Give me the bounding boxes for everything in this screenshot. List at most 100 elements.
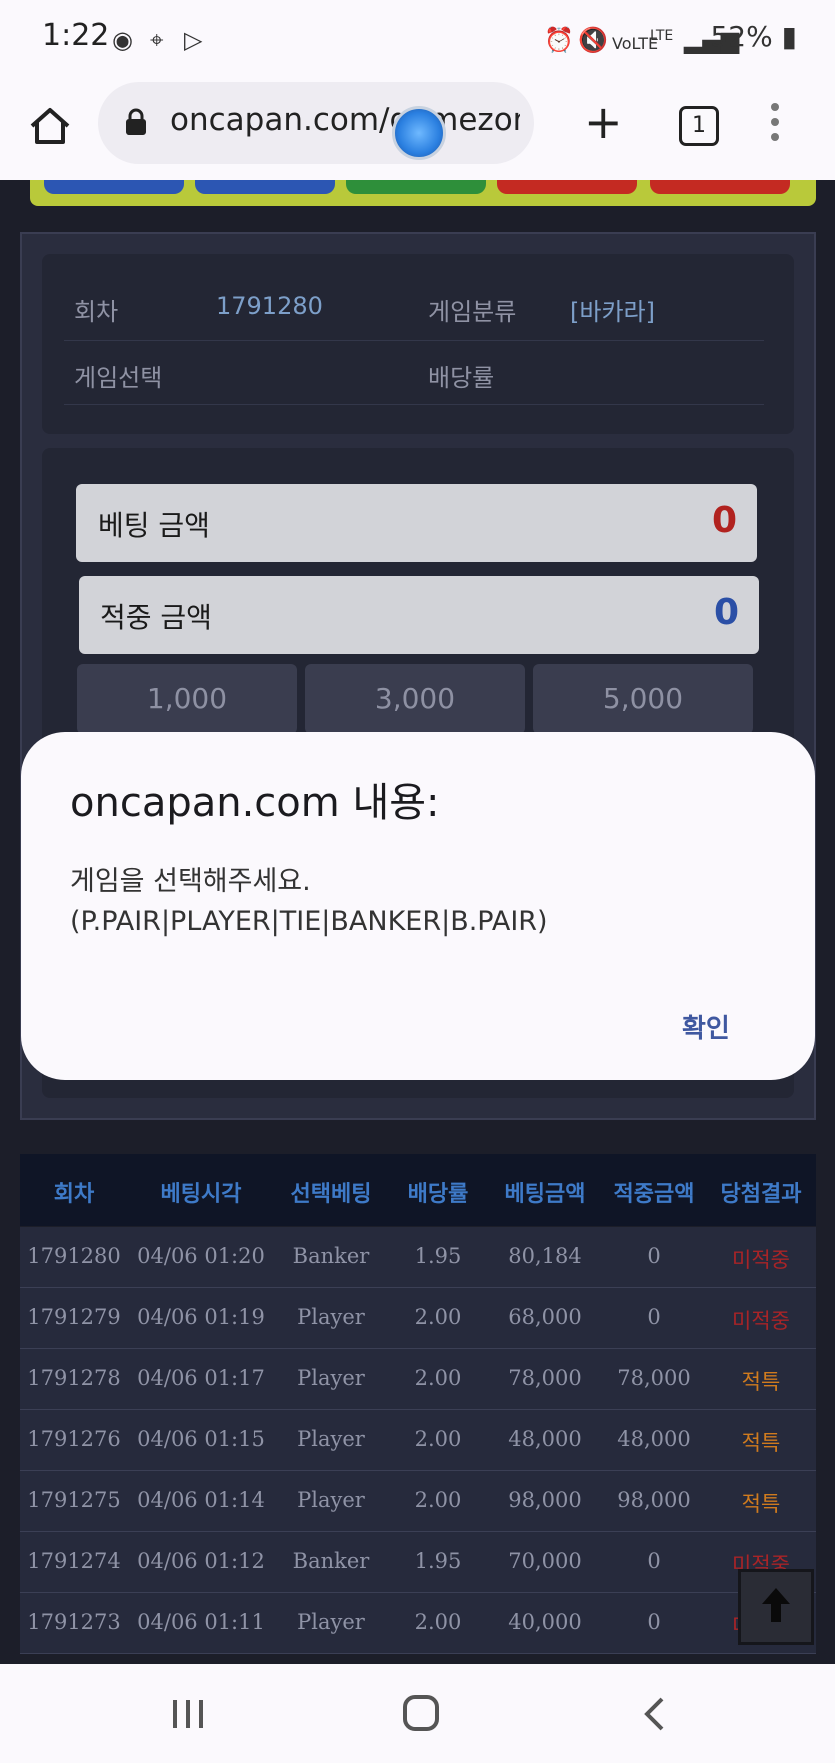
home-icon[interactable] (28, 104, 72, 148)
alarm-icon: ⏰ (544, 26, 574, 54)
system-nav-bar (0, 1664, 835, 1763)
header-odds: 배당률 (407, 1182, 469, 1207)
cell-bet-amount: 70,000 (508, 1549, 582, 1573)
cell-selected-bet: Player (297, 1427, 365, 1451)
cell-selected-bet: Player (297, 1366, 365, 1390)
divider (64, 404, 764, 405)
mute-icon: 🔇 (578, 26, 608, 54)
cell-bet-amount: 78,000 (508, 1366, 582, 1390)
cell-round: 1791276 (27, 1427, 121, 1451)
win-amount-label: 적중 금액 (100, 601, 212, 634)
game-buttons-strip (30, 180, 816, 206)
cell-selected-bet: Player (297, 1305, 365, 1329)
odds-label: 배당률 (428, 364, 495, 392)
cell-round: 1791278 (27, 1366, 121, 1390)
divider (64, 340, 764, 341)
round-value: 1791280 (216, 292, 323, 320)
cell-round: 1791275 (27, 1488, 121, 1512)
chip-3000-button[interactable]: 3,000 (305, 664, 525, 734)
cell-odds: 2.00 (414, 1610, 462, 1634)
lock-icon (126, 108, 146, 135)
dialog-message: 게임을 선택해주세요. (P.PAIR|PLAYER|TIE|BANKER|B.… (70, 866, 548, 937)
game-button[interactable] (346, 180, 486, 194)
game-button[interactable] (497, 180, 637, 194)
cell-bet-amount: 40,000 (508, 1610, 582, 1634)
cell-bet-amount: 48,000 (508, 1427, 582, 1451)
recent-apps-icon[interactable] (170, 1698, 206, 1730)
cell-odds: 2.00 (414, 1366, 462, 1390)
cell-odds: 2.00 (414, 1305, 462, 1329)
cell-bet-time: 04/06 01:19 (137, 1305, 265, 1329)
cell-odds: 2.00 (414, 1488, 462, 1512)
cell-win-amount: 48,000 (617, 1427, 691, 1451)
location-icon: ⌖ (150, 26, 164, 54)
cell-bet-time: 04/06 01:20 (137, 1244, 265, 1268)
cell-selected-bet: Player (297, 1488, 365, 1512)
compass-icon (392, 106, 446, 160)
round-label: 회차 (74, 298, 119, 326)
url-text[interactable]: oncapan.com/gamezone (170, 102, 520, 138)
notification-app-icon: ◉ (112, 26, 133, 54)
cell-win-amount: 98,000 (617, 1488, 691, 1512)
chip-5000-button[interactable]: 5,000 (533, 664, 753, 734)
cell-bet-amount: 80,184 (508, 1244, 582, 1268)
category-value: [바카라] (570, 298, 655, 326)
header-bet-time: 베팅시각 (160, 1182, 242, 1207)
dialog-ok-button[interactable]: 확인 (682, 1008, 730, 1045)
cell-bet-time: 04/06 01:12 (137, 1549, 265, 1573)
scroll-to-top-button[interactable] (738, 1569, 814, 1645)
win-amount-value: 0 (713, 592, 739, 633)
cell-bet-time: 04/06 01:17 (137, 1366, 265, 1390)
cell-bet-time: 04/06 01:15 (137, 1427, 265, 1451)
category-label: 게임분류 (428, 298, 517, 326)
cell-round: 1791274 (27, 1549, 121, 1573)
cell-win-amount: 0 (647, 1549, 661, 1573)
cell-round: 1791280 (27, 1244, 121, 1268)
cell-result: 적특 (741, 1370, 781, 1394)
cell-result: 적특 (741, 1492, 781, 1516)
game-button[interactable] (650, 180, 790, 194)
battery-text: 52% ▮ (710, 20, 797, 53)
chip-1000-button[interactable]: 1,000 (77, 664, 297, 734)
header-win-amount: 적중금액 (613, 1182, 695, 1207)
cell-win-amount: 0 (647, 1305, 661, 1329)
arrow-up-icon (762, 1588, 790, 1622)
game-button[interactable] (44, 180, 184, 194)
lte-icon: LTE (650, 28, 674, 44)
bet-amount-label: 베팅 금액 (98, 509, 210, 542)
cell-round: 1791273 (27, 1610, 121, 1634)
cell-win-amount: 0 (647, 1244, 661, 1268)
cell-win-amount: 78,000 (617, 1366, 691, 1390)
more-menu-icon[interactable] (770, 102, 780, 142)
dialog-title: oncapan.com 내용: (70, 780, 440, 826)
cell-odds: 1.95 (414, 1244, 462, 1268)
status-time: 1:22 (42, 18, 110, 53)
cell-result: 적특 (741, 1431, 781, 1455)
tab-switcher-button[interactable]: 1 (679, 106, 719, 146)
cell-selected-bet: Player (297, 1610, 365, 1634)
game-info-box (42, 254, 794, 434)
cell-selected-bet: Banker (292, 1549, 370, 1573)
cell-bet-time: 04/06 01:14 (137, 1488, 265, 1512)
back-icon[interactable] (642, 1696, 666, 1732)
cell-win-amount: 0 (647, 1610, 661, 1634)
header-result: 당첨결과 (720, 1182, 802, 1207)
game-button[interactable] (195, 180, 335, 194)
cell-odds: 2.00 (414, 1427, 462, 1451)
cell-round: 1791279 (27, 1305, 121, 1329)
new-tab-button[interactable]: + (584, 92, 623, 152)
play-store-icon: ▷ (184, 26, 203, 54)
cell-result: 미적중 (732, 1248, 790, 1272)
cell-selected-bet: Banker (292, 1244, 370, 1268)
game-select-label: 게임선택 (74, 364, 163, 392)
status-bar: 1:22 ◉ ⌖ ▷ ⏰ 🔇 VoLTE LTE ▂▄▆ 52% ▮ (0, 0, 835, 80)
bet-amount-value: 0 (711, 500, 737, 541)
cell-result: 미적중 (732, 1309, 790, 1333)
cell-bet-time: 04/06 01:11 (137, 1610, 265, 1634)
cell-bet-amount: 98,000 (508, 1488, 582, 1512)
header-round: 회차 (53, 1182, 95, 1207)
home-nav-icon[interactable] (402, 1694, 440, 1732)
cell-odds: 1.95 (414, 1549, 462, 1573)
header-selected-bet: 선택베팅 (290, 1182, 372, 1207)
header-bet-amount: 베팅금액 (504, 1182, 586, 1207)
